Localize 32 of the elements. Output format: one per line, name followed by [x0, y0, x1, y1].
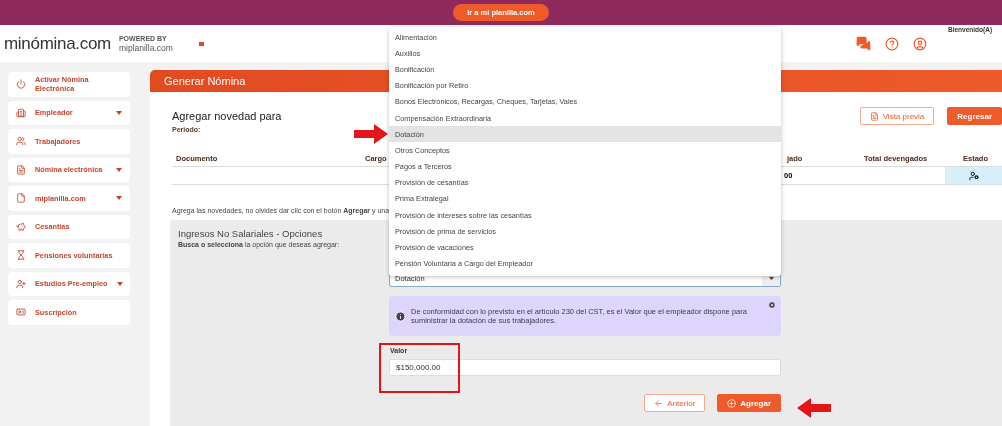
options-title: Ingresos No Salariales - Opciones: [178, 228, 323, 239]
caret-icon: [116, 167, 122, 172]
building-icon: [16, 107, 26, 118]
close-icon[interactable]: [768, 301, 776, 309]
partner-logo: miplanilla.com: [118, 42, 173, 53]
help-icon[interactable]: [885, 36, 899, 51]
flag-icon: [198, 41, 204, 46]
action-button[interactable]: Anterior: [644, 394, 706, 412]
pointer-arrow: [797, 398, 831, 418]
value-field[interactable]: $150,000.00: [389, 359, 781, 376]
section-heading: Agregar novedad para: [172, 110, 282, 122]
caret-icon: [116, 196, 122, 201]
status-cell[interactable]: [945, 167, 1002, 185]
chat-icon[interactable]: [856, 36, 871, 51]
document-icon: [16, 164, 26, 175]
user-icon[interactable]: [913, 36, 927, 51]
users-icon: [16, 136, 26, 147]
caret-icon: [116, 110, 122, 115]
power-icon: [16, 79, 26, 90]
user-gear-icon: [968, 170, 979, 181]
arrow-left-icon: [654, 398, 664, 408]
logo: minómina.com: [4, 33, 111, 54]
pointer-arrow: [354, 124, 388, 144]
file-icon: [16, 193, 26, 204]
piggy-bank-icon: [16, 221, 26, 232]
action-button[interactable]: Vista previa: [859, 107, 935, 125]
hourglass-icon: [16, 250, 26, 261]
info-icon: [395, 310, 406, 322]
id-card-icon: [16, 307, 26, 318]
caret-icon: [116, 281, 123, 286]
plus-circle-icon: [727, 398, 737, 408]
user-plus-icon: [16, 278, 26, 289]
